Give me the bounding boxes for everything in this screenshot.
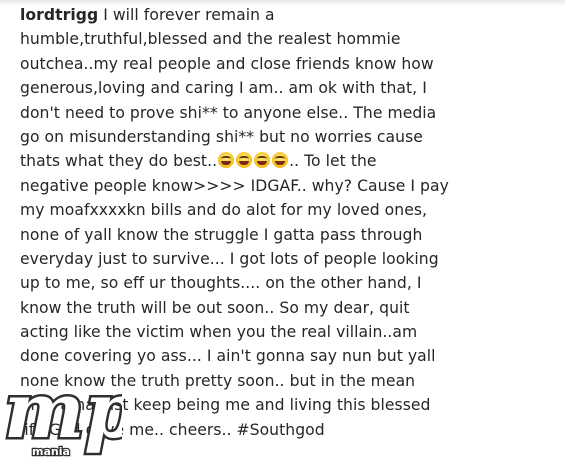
caption-line-4: generous,loving and caring I am.. am ok … [20, 79, 427, 98]
caption-line-12: up to me, so eff ur thoughts.... on the … [20, 274, 422, 293]
watermark-logo-text: mp [4, 366, 122, 455]
laughing-emoji-icon [218, 152, 235, 169]
caption-line-1: lordtrigg I will forever remain a [20, 3, 555, 27]
caption-line-5: don't need to prove shi** to anyone else… [20, 103, 437, 122]
caption-line-7: thats what they do best.. .. To let the [20, 149, 555, 173]
caption-line-10: none of yall know the struggle I gatta p… [20, 225, 423, 244]
caption-text: thats what they do best.. [20, 152, 218, 171]
caption-line-3: outchea..my real people and close friend… [20, 54, 434, 73]
watermark-sub-text: mania [32, 445, 70, 458]
username-link[interactable]: lordtrigg [20, 6, 98, 24]
laughing-emoji-icon [254, 152, 271, 169]
caption-line-14: acting like the victim when you the real… [20, 323, 418, 342]
caption-line-9: my moafxxxxkn bills and do alot for my l… [20, 201, 428, 220]
caption-text: I will forever remain a [98, 6, 275, 24]
caption-line-6: go on misunderstanding shi** but no worr… [20, 127, 423, 146]
caption-line-8: negative people know>>>> IDGAF.. why? Ca… [20, 176, 449, 195]
laughing-emoji-icon [236, 152, 253, 169]
laughing-emoji-icon [272, 152, 289, 169]
caption-text: .. To let the [289, 152, 377, 171]
caption-line-13: know the truth will be out soon.. So my … [20, 298, 410, 317]
watermark-logo: mp mania [2, 365, 122, 459]
caption-line-2: humble,truthful,blessed and the realest … [20, 30, 401, 49]
caption-line-11: everyday just to survive... I got lots o… [20, 249, 439, 268]
